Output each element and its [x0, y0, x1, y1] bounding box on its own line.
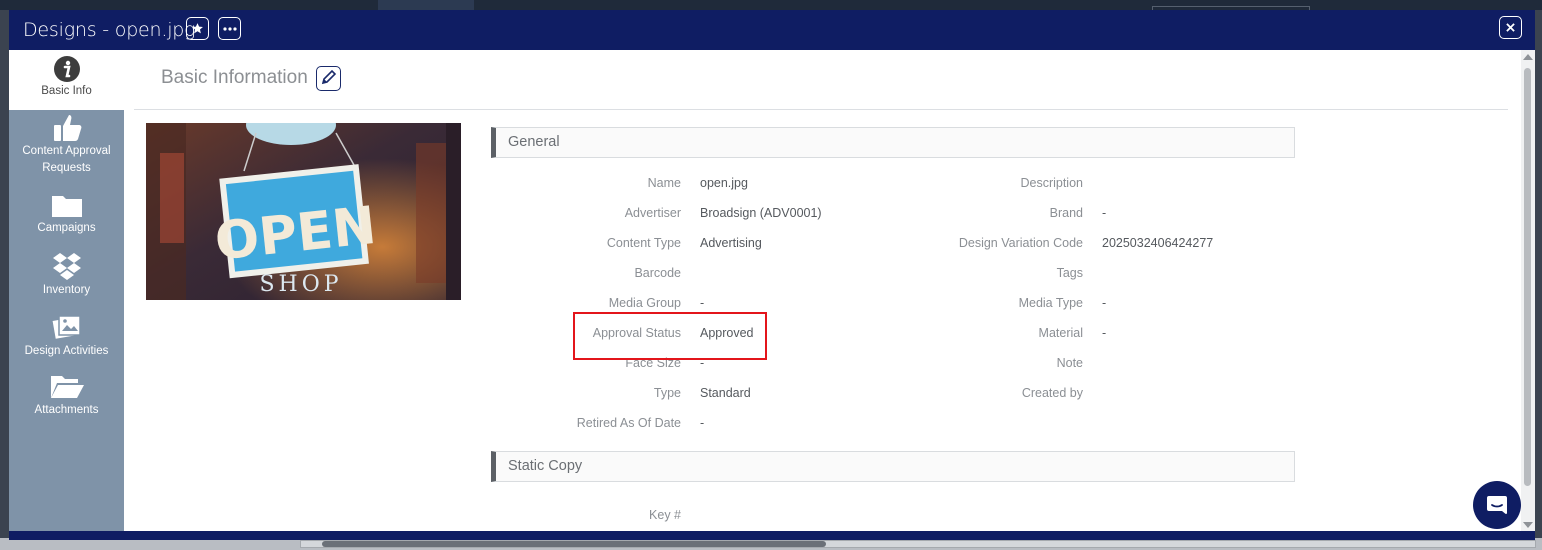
field-label: Media Type: [1018, 296, 1083, 310]
background-tab: [378, 0, 474, 10]
background-app-top: [0, 0, 1542, 10]
field-label: Retired As Of Date: [576, 416, 681, 430]
chat-icon: [1487, 496, 1507, 514]
modal-titlebar: Designs - open.jpg: [9, 10, 1535, 50]
field-value: open.jpg: [700, 176, 748, 190]
section-static-copy-header: Static Copy: [491, 451, 1295, 482]
sidebar-item-basic-info[interactable]: Basic Info: [9, 50, 124, 110]
page-title: Basic Information: [161, 67, 308, 88]
main-content: Basic Information OPEN SHOP General Name…: [124, 50, 1521, 540]
photos-icon: [52, 315, 81, 339]
sidebar-item-inventory[interactable]: Inventory: [9, 250, 124, 299]
field-label: Design Variation Code: [958, 236, 1083, 250]
field-value: Standard: [700, 386, 751, 400]
folder-open-icon: [50, 376, 84, 398]
favorite-button[interactable]: [186, 17, 209, 40]
field-label: Advertiser: [624, 206, 681, 220]
field-value: -: [1102, 326, 1107, 340]
folder-icon: [51, 196, 82, 217]
info-icon: [53, 56, 80, 82]
pencil-icon: [321, 69, 337, 85]
design-preview-image[interactable]: OPEN SHOP: [146, 123, 461, 300]
section-title: General: [508, 134, 560, 150]
field-label: Brand: [1049, 206, 1083, 220]
close-button[interactable]: [1499, 16, 1522, 39]
section-title: Static Copy: [508, 458, 583, 474]
sidebar-item-label: Inventory: [42, 284, 91, 296]
more-options-button[interactable]: [218, 17, 241, 40]
field-value: -: [700, 416, 705, 430]
edit-button[interactable]: [316, 66, 341, 91]
sidebar-item-attachments[interactable]: Attachments: [9, 372, 124, 419]
field-value: Broadsign (ADV0001): [700, 206, 822, 220]
field-label: Type: [653, 386, 681, 400]
field-value: -: [1102, 206, 1107, 220]
star-icon: [192, 23, 203, 34]
section-general-header: General: [491, 127, 1295, 158]
horizontal-scrollbar-thumb[interactable]: [322, 541, 826, 547]
field-label: Media Group: [608, 296, 681, 310]
sidebar-item-label: Campaigns: [37, 222, 96, 234]
field-value: 2025032406424277: [1102, 236, 1214, 250]
field-label: Barcode: [634, 266, 681, 280]
scroll-up-arrow-icon[interactable]: [1523, 54, 1533, 60]
scroll-down-arrow-icon[interactable]: [1523, 522, 1533, 528]
field-label: Name: [647, 176, 681, 190]
sidebar: Basic Info Content Approval Requests Cam…: [9, 50, 124, 540]
field-value: -: [700, 296, 705, 310]
field-label: Created by: [1021, 386, 1083, 400]
dropbox-icon: [52, 253, 81, 280]
sidebar-item-label: Attachments: [34, 404, 99, 416]
thumbs-up-icon: [53, 115, 81, 141]
vertical-scrollbar[interactable]: [1521, 50, 1535, 540]
vertical-scrollbar-thumb[interactable]: [1524, 68, 1531, 486]
sign-shop-text: SHOP: [259, 272, 342, 297]
field-label: Content Type: [606, 236, 681, 250]
field-label: Material: [1038, 326, 1083, 340]
close-icon: [1506, 23, 1515, 32]
approval-status-highlight: [573, 312, 767, 360]
header-divider: [134, 109, 1508, 110]
sidebar-item-label: Content Approval Requests: [22, 145, 111, 174]
field-label: Note: [1056, 356, 1083, 370]
chat-launcher-button[interactable]: [1473, 481, 1521, 529]
field-value: Advertising: [700, 236, 762, 250]
sidebar-item-content-approval-requests[interactable]: Content Approval Requests: [9, 111, 124, 177]
sidebar-item-label: Design Activities: [24, 345, 109, 357]
sidebar-item-label: Basic Info: [41, 85, 92, 97]
field-label-key: Key #: [649, 508, 681, 522]
open-sign-illustration: OPEN SHOP: [146, 123, 461, 300]
modal-title: Designs - open.jpg: [23, 19, 196, 41]
field-value: -: [1102, 296, 1107, 310]
modal-bottom-strip: [9, 531, 1535, 540]
design-modal: Designs - open.jpg Basic Info Content Ap…: [9, 10, 1535, 540]
sidebar-item-design-activities[interactable]: Design Activities: [9, 311, 124, 360]
field-label: Description: [1020, 176, 1083, 190]
ellipsis-icon: [222, 26, 237, 31]
sidebar-item-campaigns[interactable]: Campaigns: [9, 192, 124, 237]
field-label: Tags: [1056, 266, 1083, 280]
